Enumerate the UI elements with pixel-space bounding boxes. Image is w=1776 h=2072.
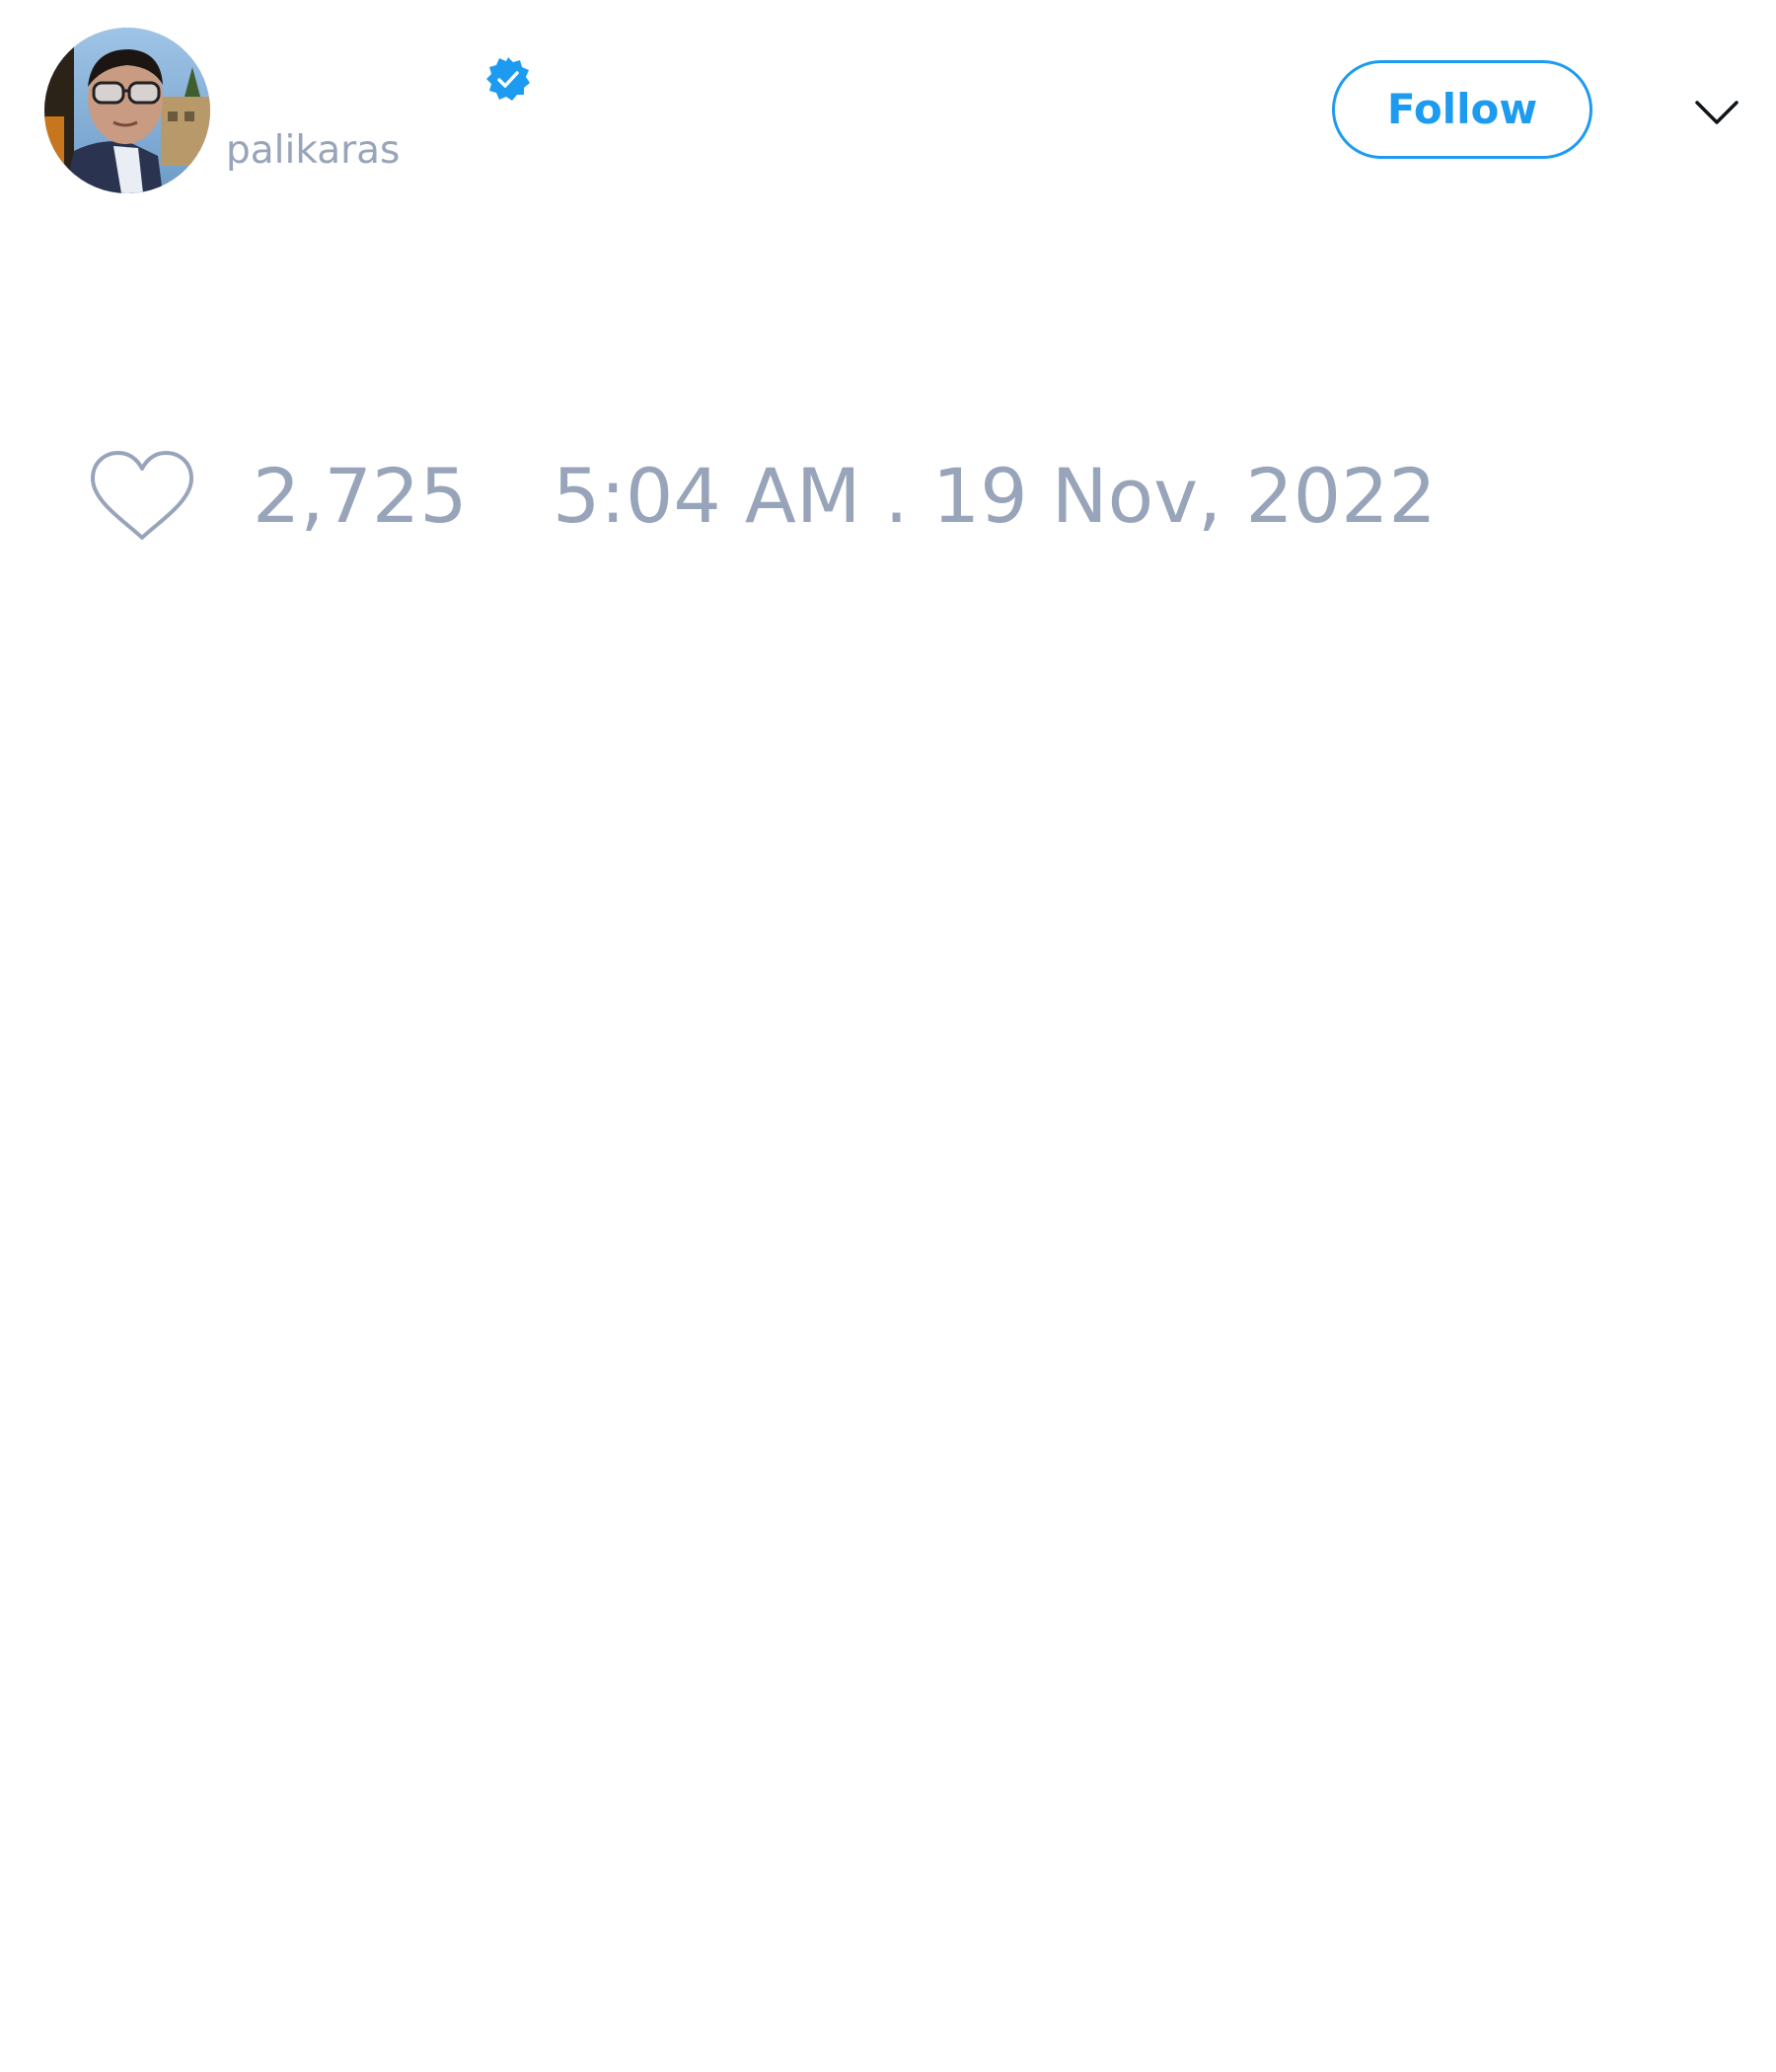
like-button[interactable] xyxy=(89,449,195,544)
like-count: 2,725 xyxy=(253,452,468,540)
tweet-card: palikaras Follow 2,725 5:04 AM . 19 Nov,… xyxy=(0,0,1776,2072)
tweet-timestamp[interactable]: 5:04 AM . 19 Nov, 2022 xyxy=(553,454,1437,539)
verified-badge-icon xyxy=(484,55,532,103)
user-handle[interactable]: palikaras xyxy=(226,126,400,176)
chevron-down-icon[interactable] xyxy=(1692,87,1741,136)
user-avatar-photo xyxy=(44,28,210,193)
follow-button[interactable]: Follow xyxy=(1332,60,1592,159)
heart-outline-icon xyxy=(91,451,193,540)
avatar[interactable] xyxy=(44,28,210,193)
